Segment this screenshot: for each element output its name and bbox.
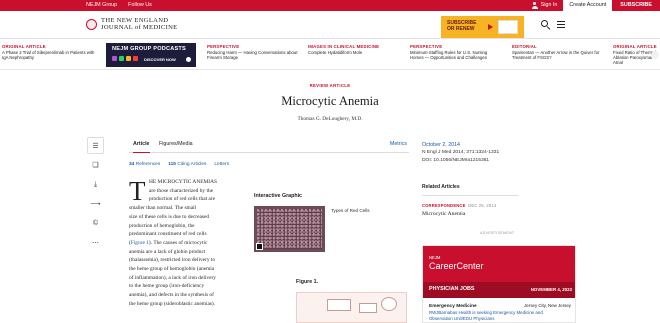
teaser-category: EDITORIAL bbox=[512, 44, 537, 49]
related-articles-heading: Related Articles bbox=[422, 184, 460, 190]
masthead: THE NEW ENGLAND JOURNAL of MEDICINE SUBS… bbox=[0, 11, 660, 39]
teaser-category: ORIGINAL ARTICLE bbox=[613, 44, 657, 49]
divider bbox=[422, 195, 518, 196]
youtube-icon bbox=[133, 56, 138, 61]
figure-1-thumbnail[interactable] bbox=[296, 292, 407, 323]
logo-line-1: THE NEW ENGLAND bbox=[101, 17, 169, 24]
outline-icon[interactable]: ☰ bbox=[87, 137, 104, 154]
reference-links: 34 References 115 Citing Articles Letter… bbox=[129, 162, 229, 167]
utility-bar: NEJM Group Follow Us Sign In Create Acco… bbox=[0, 0, 660, 11]
podcast-title: NEJM GROUP PODCASTS bbox=[112, 46, 186, 52]
teaser-category: IMAGES IN CLINICAL MEDICINE bbox=[308, 44, 380, 49]
career-center-ad[interactable]: NEJM CareerCenter PHYSICIAN JOBS NOVEMBE… bbox=[422, 245, 576, 323]
job-location: Jersey City, New Jersey bbox=[524, 303, 571, 308]
tab-figures-media[interactable]: Figures/Media bbox=[159, 141, 193, 147]
figure-diagram-box bbox=[327, 299, 351, 311]
physician-jobs-date: NOVEMBER 4, 2023 bbox=[530, 287, 572, 292]
spotify-icon bbox=[119, 56, 124, 61]
career-center-banner: NEJM CareerCenter bbox=[423, 246, 575, 282]
figure-1-inline-link[interactable]: Figure 1 bbox=[131, 240, 149, 246]
article-title: Microcytic Anemia bbox=[281, 94, 379, 108]
figure-1-heading: Figure 1. bbox=[296, 279, 319, 285]
teaser-title: Complete Hydatidiform Mole bbox=[308, 50, 363, 55]
teaser-item[interactable]: PERSPECTIVE Reducing Harm — Having Conve… bbox=[207, 44, 299, 60]
subscribe-renew-text: SUBSCRIBE OR RENEW bbox=[447, 20, 477, 32]
podcast-platform-icons bbox=[112, 56, 138, 61]
interactive-badge-icon bbox=[256, 243, 263, 250]
interactive-graphic-caption[interactable]: Types of Red Cells bbox=[331, 208, 370, 213]
download-icon[interactable]: ⤓ bbox=[87, 176, 104, 193]
follow-us-link[interactable]: Follow Us bbox=[128, 0, 152, 11]
teaser-title: Reducing Harm — Having Conversations abo… bbox=[207, 50, 298, 60]
teaser-title: Spamentan — Another Arrow in the Quiver … bbox=[512, 50, 600, 60]
teaser-title: Minimum-Staffing Rules for U.S. Nursing … bbox=[410, 50, 488, 60]
drop-cap: T bbox=[129, 176, 146, 206]
permissions-icon[interactable]: © bbox=[87, 215, 104, 232]
teaser-category: PERSPECTIVE bbox=[207, 44, 240, 49]
career-brand-small: NEJM bbox=[429, 255, 441, 260]
interactive-graphic-thumbnail[interactable] bbox=[254, 206, 325, 252]
teaser-category: ORIGINAL ARTICLE bbox=[2, 44, 46, 49]
figure-diagram-box bbox=[359, 303, 377, 313]
job-org-2: Observation Unit/EDU Physicians bbox=[429, 316, 495, 321]
teaser-title: A Phase 2 Trial of Sibeprenlimab in Pati… bbox=[2, 50, 95, 60]
letters-link[interactable]: Letters bbox=[214, 162, 229, 167]
hamburger-menu-icon[interactable] bbox=[557, 21, 565, 28]
teaser-item[interactable]: IMAGES IN CLINICAL MEDICINE Complete Hyd… bbox=[308, 44, 400, 55]
interactive-graphic-heading: Interactive Graphic bbox=[254, 193, 302, 199]
podcast-banner[interactable]: NEJM GROUP PODCASTS DISCOVER NOW bbox=[106, 43, 196, 67]
article-tabs: Article Figures/Media Metrics bbox=[129, 138, 409, 153]
doi[interactable]: DOI: 10.1056/NEJMra1215361 bbox=[422, 157, 499, 165]
logo-line-2: JOURNAL of MEDICINE bbox=[101, 24, 178, 31]
share-icon[interactable]: ⟶ bbox=[87, 196, 104, 213]
related-article-meta: CORRESPONDENCE DEC 25, 2014 bbox=[422, 203, 497, 208]
journal-cover-thumbnail bbox=[498, 20, 518, 34]
article-tools-rail: ☰ ❏ ⤓ ⟶ © ⋯ bbox=[87, 137, 104, 254]
teaser-item[interactable]: EDITORIAL Spamentan — Another Arrow in t… bbox=[512, 44, 604, 60]
publication-date: October 2, 2014 bbox=[422, 142, 460, 148]
nejm-logo[interactable]: THE NEW ENGLAND JOURNAL of MEDICINE bbox=[86, 17, 178, 31]
person-icon bbox=[531, 2, 538, 9]
job-listing[interactable]: Emergency Medicine Jersey City, New Jers… bbox=[429, 303, 571, 322]
teaser-category: PERSPECTIVE bbox=[410, 44, 443, 49]
more-icon[interactable]: ⋯ bbox=[87, 235, 104, 252]
subscribe-button[interactable]: SUBSCRIBE bbox=[612, 0, 660, 11]
physician-jobs-bar: PHYSICIAN JOBS NOVEMBER 4, 2023 bbox=[423, 282, 575, 298]
rss-icon bbox=[126, 56, 131, 61]
article-type: REVIEW ARTICLE bbox=[309, 83, 351, 88]
featured-teaser-strip: ORIGINAL ARTICLE A Phase 2 Trial of Sibe… bbox=[0, 40, 660, 70]
next-arrow-button[interactable] bbox=[651, 51, 659, 59]
arrow-right-icon bbox=[488, 24, 493, 30]
article-body: T HE MICROCYTIC ANEMIAS are those charac… bbox=[129, 178, 241, 309]
job-title: Emergency Medicine bbox=[429, 304, 477, 309]
podcast-cta: DISCOVER NOW bbox=[144, 57, 176, 62]
teaser-item[interactable]: ORIGINAL ARTICLE A Phase 2 Trial of Sibe… bbox=[2, 44, 100, 60]
create-account-link[interactable]: Create Account bbox=[563, 0, 613, 11]
journal-citation: N Engl J Med 2014; 371:1324-1331 bbox=[422, 150, 500, 155]
sign-in-link[interactable]: Sign In bbox=[526, 0, 564, 11]
career-brand: CareerCenter bbox=[429, 261, 484, 271]
citation-block: October 2, 2014 N Engl J Med 2014; 371:1… bbox=[422, 141, 499, 165]
figure-1-link[interactable]: (Figure 1). The causes of microcytic bbox=[129, 239, 241, 248]
bookmark-icon[interactable]: ❏ bbox=[87, 157, 104, 174]
physician-jobs-label: PHYSICIAN JOBS bbox=[429, 286, 475, 292]
article-author[interactable]: Thomas G. DeLoughery, M.D. bbox=[0, 116, 660, 122]
tab-article[interactable]: Article bbox=[133, 141, 150, 153]
logo-seal-icon bbox=[86, 18, 97, 30]
citing-articles-link[interactable]: 115 Citing Articles bbox=[168, 162, 206, 167]
nejm-group-link[interactable]: NEJM Group bbox=[86, 0, 117, 11]
references-link[interactable]: 34 References bbox=[129, 162, 160, 167]
blood-smear-image bbox=[257, 209, 322, 249]
figure-diagram-cell bbox=[381, 297, 397, 311]
related-article-title[interactable]: Microcytic Anemia bbox=[422, 211, 465, 217]
play-icon bbox=[186, 57, 191, 62]
tab-metrics[interactable]: Metrics bbox=[390, 141, 407, 147]
podcast-app-icon bbox=[112, 56, 117, 61]
search-icon[interactable] bbox=[541, 20, 550, 30]
teaser-item[interactable]: PERSPECTIVE Minimum-Staffing Rules for U… bbox=[410, 44, 502, 60]
subscribe-renew-banner[interactable]: SUBSCRIBE OR RENEW bbox=[441, 16, 524, 38]
advertisement-label: ADVERTISEMENT bbox=[480, 231, 515, 235]
